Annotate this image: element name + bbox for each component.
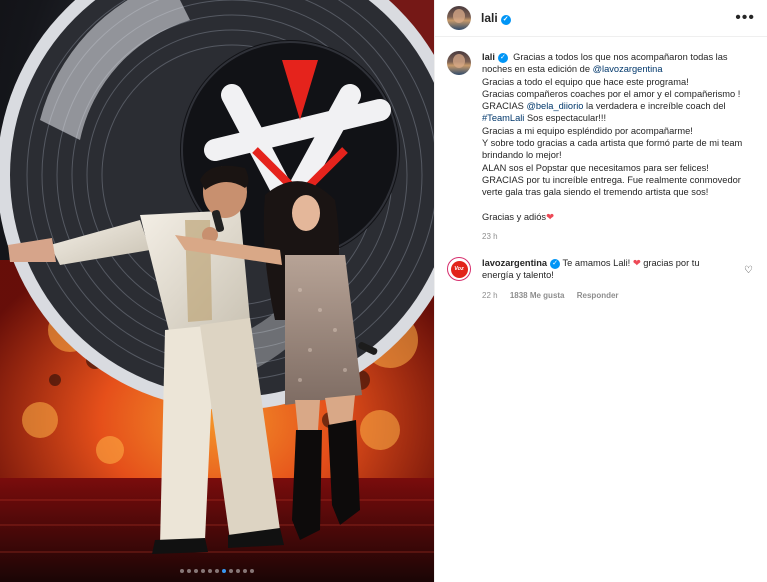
caption-line: Gracias a mi equipo espléndido por acomp…: [482, 125, 693, 136]
carousel-dot[interactable]: [215, 569, 219, 573]
caption-line: Gracias compañeros coaches por el amor y…: [482, 88, 741, 99]
caption-username[interactable]: lali: [482, 52, 495, 62]
carousel-dot[interactable]: [236, 569, 240, 573]
red-heart-emoji: ❤: [546, 211, 554, 222]
caption-author-avatar[interactable]: [447, 51, 471, 75]
reply-button[interactable]: Responder: [577, 291, 619, 300]
post-image[interactable]: [0, 0, 434, 582]
stage-photo: [0, 0, 434, 582]
post-side-panel: lali ✓ ••• lali ✓ Gracias a todos los que …: [434, 0, 767, 582]
caption-closing: Gracias y adiós❤: [482, 211, 554, 222]
caption-line: ALAN sos el Popstar que necesitamos para…: [482, 162, 741, 198]
red-heart-emoji: ❤: [632, 258, 641, 269]
carousel-dot[interactable]: [243, 569, 247, 573]
carousel-dot[interactable]: [250, 569, 254, 573]
author-username[interactable]: lali ✓: [481, 11, 511, 25]
caption-mention-link[interactable]: @bela_diiorio: [526, 101, 583, 111]
heart-outline-icon[interactable]: ♡: [744, 265, 753, 276]
verified-badge-icon: ✓: [500, 14, 511, 25]
caption-line: #TeamLali Sos espectacular!!!: [482, 113, 607, 124]
carousel-dot[interactable]: [229, 569, 233, 573]
caption-mention-link[interactable]: @lavozargentina: [593, 64, 663, 74]
comment-timestamp[interactable]: 22 h: [482, 291, 498, 300]
caption-timestamp[interactable]: 23 h: [482, 232, 498, 241]
author-avatar[interactable]: [447, 6, 471, 30]
verified-badge-icon: ✓: [550, 258, 561, 269]
comment-meta: 22 h 1838 Me gusta Responder: [482, 290, 732, 302]
verified-badge-icon: ✓: [497, 52, 508, 63]
lavoz-logo: Voz: [450, 260, 468, 278]
caption-line: Gracias a todos los que nos acompañaron …: [482, 52, 728, 75]
comment-username[interactable]: lavozargentina: [482, 258, 547, 268]
caption-line: Y sobre todo gracias a cada artista que …: [482, 138, 743, 161]
comments-section: lali ✓ Gracias a todos los que nos acompa…: [435, 37, 767, 302]
post-header: lali ✓ •••: [435, 0, 767, 37]
carousel-dot[interactable]: [187, 569, 191, 573]
carousel-indicator[interactable]: [0, 569, 434, 573]
caption-line: Gracias a todo el equipo que hace este p…: [482, 76, 689, 87]
carousel-dot[interactable]: [201, 569, 205, 573]
carousel-dot[interactable]: [194, 569, 198, 573]
carousel-dot[interactable]: [222, 569, 226, 573]
caption-line: GRACIAS @bela_diiorio la verdadera e inc…: [482, 101, 726, 112]
carousel-dot[interactable]: [180, 569, 184, 573]
more-options-icon[interactable]: •••: [735, 10, 755, 26]
comment-text: lavozargentina ✓ Te amamos Lali! ❤ gracia…: [482, 258, 700, 281]
caption-text: lali ✓ Gracias a todos los que nos acompa…: [482, 51, 744, 199]
comment-author-avatar[interactable]: Voz: [447, 257, 471, 282]
caption: lali ✓ Gracias a todos los que nos acompa…: [447, 51, 755, 243]
caption-mention-link[interactable]: #TeamLali: [482, 113, 524, 123]
comment-likes[interactable]: 1838 Me gusta: [510, 291, 565, 300]
comment-item: Voz lavozargentina ✓ Te amamos Lali! ❤ gr…: [447, 257, 755, 302]
caption-meta: 23 h: [482, 231, 744, 243]
carousel-dot[interactable]: [208, 569, 212, 573]
